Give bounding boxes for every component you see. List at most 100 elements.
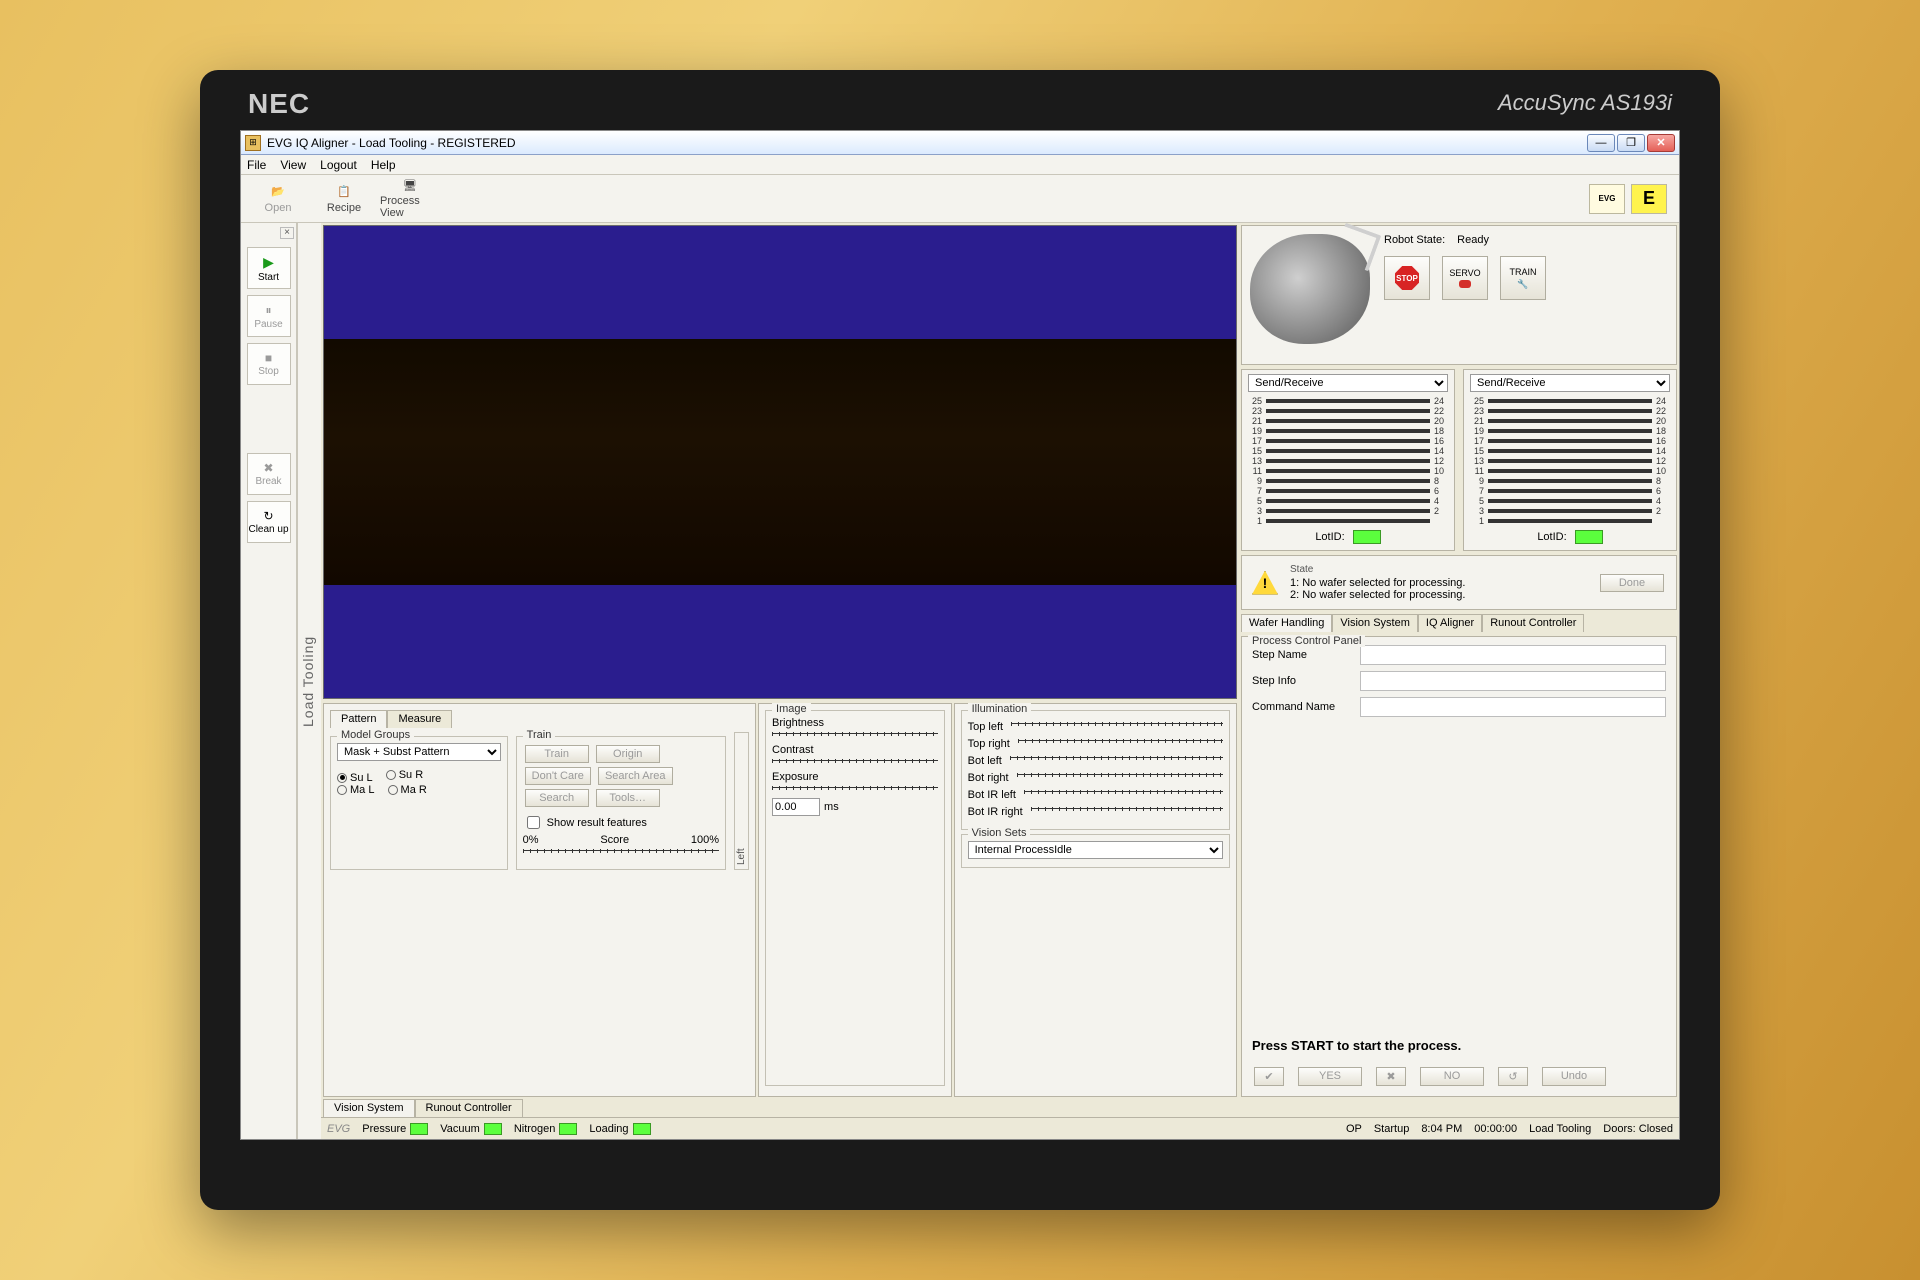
slot-num-left: 1 <box>1470 516 1486 526</box>
wafer-slot-row[interactable]: 1312 <box>1248 456 1448 466</box>
model-group-select[interactable]: Mask + Subst Pattern <box>337 743 501 761</box>
illum-irl-slider[interactable] <box>1024 790 1223 794</box>
radio-ma-r[interactable]: Ma R <box>388 784 427 796</box>
score-slider[interactable] <box>523 849 719 853</box>
radio-su-l[interactable]: Su L <box>337 772 373 784</box>
illum-tr-slider[interactable] <box>1018 739 1223 743</box>
stop-button[interactable]: ■ Stop <box>247 343 291 385</box>
robot-servo-button[interactable]: SERVO <box>1442 256 1488 300</box>
origin-button[interactable]: Origin <box>596 745 660 763</box>
process-view-icon: 🖥 <box>401 179 419 193</box>
vision-sets-select[interactable]: Internal ProcessIdle <box>968 841 1223 859</box>
illum-bl-slider[interactable] <box>1010 756 1223 760</box>
wafer-slot-row[interactable]: 2120 <box>1470 416 1670 426</box>
state-done-button[interactable]: Done <box>1600 574 1664 592</box>
pcp-yes-button[interactable]: YES <box>1298 1067 1362 1086</box>
left-toolbar-close[interactable]: × <box>280 227 294 239</box>
menu-view[interactable]: View <box>280 158 306 172</box>
slot-bar <box>1488 519 1652 523</box>
wafer-slot-row[interactable]: 2322 <box>1470 406 1670 416</box>
illum-irr-slider[interactable] <box>1031 807 1223 811</box>
brightness-slider[interactable] <box>772 732 938 736</box>
wafer-slot-row[interactable]: 2120 <box>1248 416 1448 426</box>
wafer-slot-row[interactable]: 2322 <box>1248 406 1448 416</box>
wafer-slot-row[interactable]: 76 <box>1470 486 1670 496</box>
wafer-slot-row[interactable]: 1514 <box>1248 446 1448 456</box>
dontcare-button[interactable]: Don't Care <box>525 767 591 785</box>
radio-ma-l[interactable]: Ma L <box>337 784 374 796</box>
radio-su-r[interactable]: Su R <box>386 769 423 781</box>
pcp-undo-button[interactable]: Undo <box>1542 1067 1606 1086</box>
wafer-slot-row[interactable]: 98 <box>1470 476 1670 486</box>
tab-runout-controller[interactable]: Runout Controller <box>1482 614 1584 632</box>
wafer-slot-row[interactable]: 1 <box>1470 516 1670 526</box>
robot-train-button[interactable]: TRAIN 🔧 <box>1500 256 1546 300</box>
window-minimize-button[interactable]: — <box>1587 134 1615 152</box>
wafer-slot-row[interactable]: 1918 <box>1470 426 1670 436</box>
slot-bar <box>1266 419 1430 423</box>
illum-br-slider[interactable] <box>1017 773 1223 777</box>
tab-pattern[interactable]: Pattern <box>330 710 387 728</box>
pcp-undo-icon-button[interactable]: ↺ <box>1498 1067 1528 1086</box>
slot-num-left: 7 <box>1470 486 1486 496</box>
wafer-slot-row[interactable]: 2524 <box>1248 396 1448 406</box>
train-button[interactable]: Train <box>525 745 589 763</box>
wafer-slot-row[interactable]: 1110 <box>1248 466 1448 476</box>
pcp-x-button[interactable]: ✖ <box>1376 1067 1406 1086</box>
wafer-slot-row[interactable]: 1 <box>1248 516 1448 526</box>
tab-measure[interactable]: Measure <box>387 710 452 728</box>
slot-num-right: 6 <box>1432 486 1448 496</box>
pause-button[interactable]: ⏸ Pause <box>247 295 291 337</box>
tools-button[interactable]: Tools… <box>596 789 660 807</box>
contrast-slider[interactable] <box>772 759 938 763</box>
wafer-slot-row[interactable]: 1110 <box>1470 466 1670 476</box>
exposure-slider[interactable] <box>772 786 938 790</box>
stop-icon: ■ <box>265 351 272 365</box>
menu-file[interactable]: File <box>247 158 266 172</box>
illum-tl-slider[interactable] <box>1011 722 1223 726</box>
menu-logout[interactable]: Logout <box>320 158 357 172</box>
toolbar-recipe-button[interactable]: 📋 Recipe <box>313 178 375 220</box>
wafer-slot-row[interactable]: 98 <box>1248 476 1448 486</box>
evg-logo-badge: EVG <box>1589 184 1625 214</box>
illum-irl-label: Bot IR left <box>968 789 1016 801</box>
exposure-input[interactable] <box>772 798 820 816</box>
robot-stop-button[interactable]: STOP <box>1384 256 1430 300</box>
window-maximize-button[interactable]: ❐ <box>1617 134 1645 152</box>
wafer-slot-row[interactable]: 54 <box>1248 496 1448 506</box>
break-button[interactable]: ✖ Break <box>247 453 291 495</box>
window-close-button[interactable]: ✕ <box>1647 134 1675 152</box>
bottom-tab-vision[interactable]: Vision System <box>323 1099 415 1117</box>
wafer-slot-row[interactable]: 76 <box>1248 486 1448 496</box>
toolbar-open-button[interactable]: 📂 Open <box>247 178 309 220</box>
show-result-checkbox[interactable]: Show result features <box>523 813 719 832</box>
wafer-slot-row[interactable]: 32 <box>1470 506 1670 516</box>
wafer-slot-row[interactable]: 1716 <box>1470 436 1670 446</box>
menu-help[interactable]: Help <box>371 158 396 172</box>
wafer-slot-row[interactable]: 1716 <box>1248 436 1448 446</box>
tab-wafer-handling[interactable]: Wafer Handling <box>1241 614 1332 632</box>
search-button[interactable]: Search <box>525 789 589 807</box>
tab-vision-system[interactable]: Vision System <box>1332 614 1418 632</box>
wafer-slot-row[interactable]: 32 <box>1248 506 1448 516</box>
slot-num-right: 12 <box>1432 456 1448 466</box>
slot-num-right: 6 <box>1654 486 1670 496</box>
status-startup: Startup <box>1374 1123 1409 1135</box>
app-icon: ⊞ <box>245 135 261 151</box>
pcp-check-button[interactable]: ✔ <box>1254 1067 1284 1086</box>
toolbar-processview-button[interactable]: 🖥 Process View <box>379 178 441 220</box>
start-button[interactable]: ▶ Start <box>247 247 291 289</box>
searcharea-button[interactable]: Search Area <box>598 767 673 785</box>
wafer-slot-row[interactable]: 1918 <box>1248 426 1448 436</box>
wafer-slot-row[interactable]: 2524 <box>1470 396 1670 406</box>
wafer-slot-row[interactable]: 54 <box>1470 496 1670 506</box>
cleanup-button[interactable]: ↻ Clean up <box>247 501 291 543</box>
bottom-tab-runout[interactable]: Runout Controller <box>415 1099 523 1117</box>
pcp-no-button[interactable]: NO <box>1420 1067 1484 1086</box>
illum-br-label: Bot right <box>968 772 1009 784</box>
cassette-2-mode-select[interactable]: Send/Receive <box>1470 374 1670 392</box>
cassette-1-mode-select[interactable]: Send/Receive <box>1248 374 1448 392</box>
tab-iq-aligner[interactable]: IQ Aligner <box>1418 614 1482 632</box>
wafer-slot-row[interactable]: 1312 <box>1470 456 1670 466</box>
wafer-slot-row[interactable]: 1514 <box>1470 446 1670 456</box>
